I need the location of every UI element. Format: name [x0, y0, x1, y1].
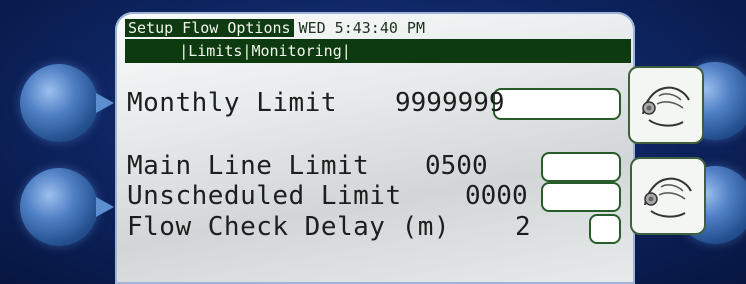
touch-hand-icon: [642, 86, 690, 127]
monthly-limit-value[interactable]: 9999999: [395, 88, 505, 118]
touch-hand-panel-bottom[interactable]: [630, 157, 706, 235]
touch-hand-panel-top[interactable]: [628, 66, 704, 144]
tab-limits[interactable]: Limits: [188, 42, 242, 60]
title-bar: Setup Flow Options WED 5:43:40 PM: [125, 19, 425, 37]
main-line-limit-value[interactable]: 0500: [425, 151, 488, 181]
datetime-display: WED 5:43:40 PM: [298, 19, 425, 37]
tab-separator: |: [179, 42, 189, 60]
monthly-limit-input-box[interactable]: [493, 88, 621, 120]
flow-check-delay-label: Flow Check Delay (m): [127, 212, 451, 242]
unscheduled-limit-label: Unscheduled Limit: [127, 181, 402, 211]
tab-bar: |Limits|Monitoring|: [125, 39, 631, 63]
screen-title: Setup Flow Options: [125, 19, 294, 37]
lcd-screen: Setup Flow Options WED 5:43:40 PM |Limit…: [115, 12, 635, 284]
device-bezel: Setup Flow Options WED 5:43:40 PM |Limit…: [0, 0, 746, 284]
monthly-limit-label: Monthly Limit: [127, 88, 337, 118]
flow-check-delay-value[interactable]: 2: [515, 212, 531, 242]
unscheduled-limit-input-box[interactable]: [541, 182, 621, 212]
main-line-limit-label: Main Line Limit: [127, 151, 370, 181]
tab-spacer: [125, 42, 179, 60]
unscheduled-limit-value[interactable]: 0000: [465, 181, 528, 211]
left-soft-button-top[interactable]: [20, 64, 114, 142]
touch-hand-icon: [644, 177, 692, 218]
tab-monitoring[interactable]: Monitoring: [251, 42, 341, 60]
flow-check-delay-input-box[interactable]: [589, 214, 621, 244]
tab-separator: |: [341, 42, 351, 60]
main-line-limit-input-box[interactable]: [541, 152, 621, 182]
left-soft-button-bottom[interactable]: [20, 168, 114, 246]
